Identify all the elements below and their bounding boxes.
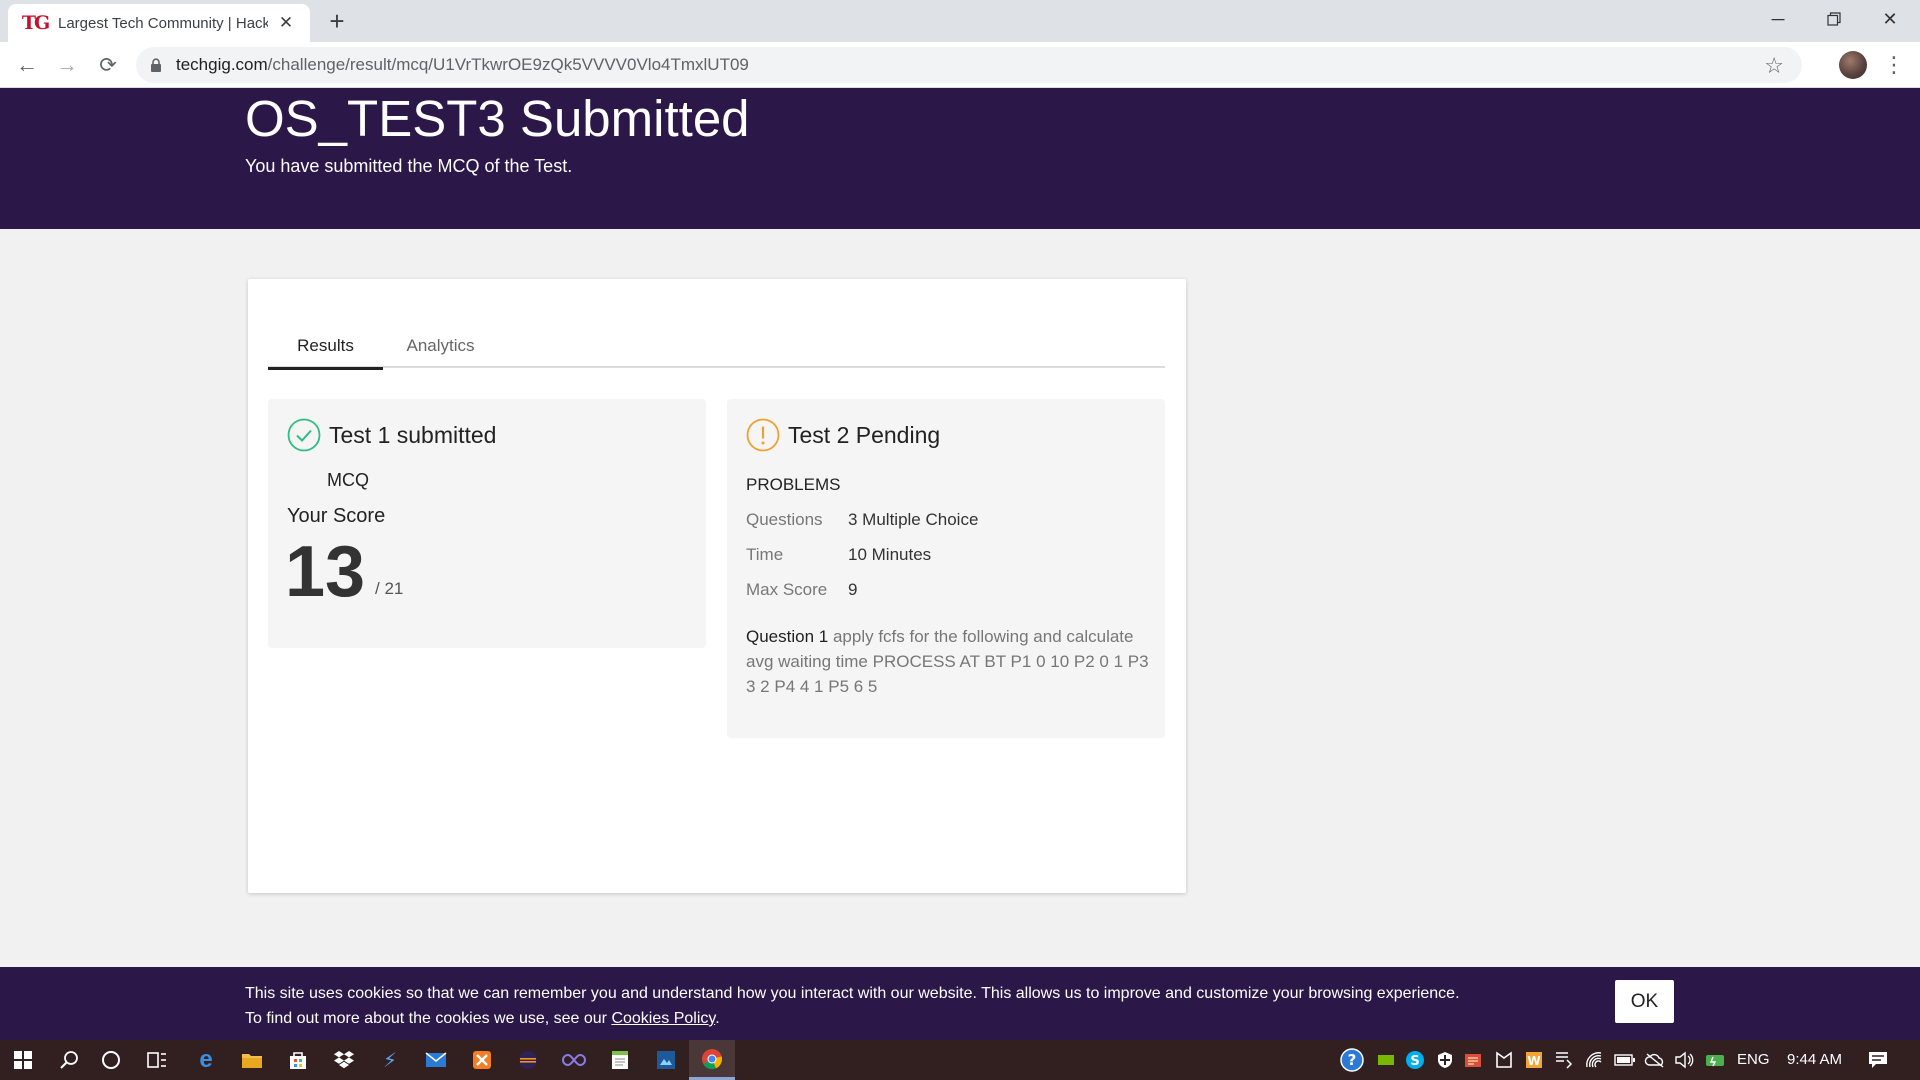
cookie-consent-bar: This site uses cookies so that we can re… — [0, 967, 1920, 1040]
help-icon[interactable]: ? — [1340, 1048, 1364, 1072]
cookies-policy-link[interactable]: Cookies Policy — [611, 1010, 715, 1027]
problem-key: Questions — [746, 510, 823, 529]
store-icon[interactable] — [275, 1040, 321, 1080]
problem-value: 10 Minutes — [848, 545, 932, 564]
problem-key: Max Score — [746, 580, 828, 599]
clock[interactable]: 9:44 AM — [1787, 1051, 1842, 1068]
test2-header: Test 2 Pending — [746, 418, 940, 452]
word-icon[interactable]: W — [1522, 1048, 1546, 1072]
page-header: OS_TEST3 Submitted You have submitted th… — [0, 88, 1920, 229]
problem-row-time: Time 10 Minutes — [746, 545, 931, 565]
volume-icon[interactable] — [1672, 1048, 1696, 1072]
check-circle-icon — [287, 418, 321, 452]
page-subtitle: You have submitted the MCQ of the Test. — [245, 156, 573, 176]
task-view-icon[interactable] — [134, 1040, 180, 1080]
language-indicator[interactable]: ENG — [1737, 1051, 1770, 1068]
score-total: / 21 — [375, 579, 404, 598]
action-center-icon[interactable] — [1866, 1048, 1890, 1072]
question-preview: Question 1 apply fcfs for the following … — [746, 624, 1151, 699]
browser-menu-icon[interactable]: ⋮ — [1882, 50, 1906, 80]
windows-taskbar: e ⚡ ? S W ENG 9:44 AM — [0, 1040, 1920, 1080]
infinity-app-icon[interactable] — [551, 1040, 597, 1080]
cookie-line-1: This site uses cookies so that we can re… — [245, 985, 1460, 1002]
back-arrow-icon[interactable]: ← — [12, 50, 42, 80]
file-explorer-icon[interactable] — [229, 1040, 275, 1080]
cookie-text: This site uses cookies so that we can re… — [245, 981, 1460, 1031]
edge-icon[interactable]: e — [183, 1040, 229, 1080]
test1-panel: Test 1 submitted MCQ Your Score 13 / 21 — [268, 399, 706, 648]
problem-value: 9 — [848, 580, 858, 599]
profile-avatar[interactable] — [1839, 51, 1867, 79]
problem-row-max-score: Max Score 9 — [746, 580, 857, 600]
page-title: OS_TEST3 Submitted — [245, 90, 750, 147]
battery-icon[interactable] — [1613, 1048, 1637, 1072]
shield-icon[interactable] — [1433, 1048, 1457, 1072]
reload-icon[interactable]: ⟳ — [93, 50, 123, 80]
notepad-icon[interactable] — [597, 1040, 643, 1080]
antivirus-icon[interactable] — [1461, 1048, 1485, 1072]
tab-title: Largest Tech Community | Hackathons — [58, 14, 268, 32]
visual-studio-code-icon[interactable]: ⚡ — [367, 1040, 413, 1080]
nvidia-icon[interactable] — [1374, 1048, 1398, 1072]
skype-icon[interactable]: S — [1403, 1048, 1427, 1072]
score-label: Your Score — [287, 505, 386, 527]
svg-text:W: W — [1527, 1054, 1540, 1068]
problem-value: 3 Multiple Choice — [848, 510, 979, 529]
cookie-line-2-prefix: To find out more about the cookies we us… — [245, 1010, 612, 1027]
browser-toolbar: ← → ⟳ techgig.com/challenge/result/mcq/U… — [0, 42, 1920, 88]
cookie-ok-button[interactable]: OK — [1615, 980, 1674, 1023]
xampp-icon[interactable] — [459, 1040, 505, 1080]
test1-header: Test 1 submitted — [287, 418, 496, 452]
cortana-icon[interactable] — [88, 1040, 134, 1080]
new-tab-button[interactable]: + — [322, 6, 352, 36]
test1-type: MCQ — [327, 470, 369, 490]
forward-arrow-icon[interactable]: → — [52, 50, 82, 80]
tab-analytics[interactable]: Analytics — [383, 334, 498, 368]
address-bar[interactable]: techgig.com/challenge/result/mcq/U1VrTkw… — [136, 47, 1802, 83]
test2-title: Test 2 Pending — [788, 421, 941, 448]
result-card: Results Analytics Test 1 submitted MCQ Y… — [248, 279, 1186, 893]
tab-results[interactable]: Results — [268, 334, 383, 370]
test2-panel: Test 2 Pending PROBLEMS Questions 3 Mult… — [727, 399, 1165, 738]
svg-text:S: S — [1410, 1054, 1419, 1069]
window-minimize-button[interactable]: ─ — [1750, 0, 1806, 38]
exclamation-circle-icon — [746, 418, 780, 452]
close-tab-icon[interactable]: ✕ — [276, 13, 296, 33]
chrome-icon[interactable] — [689, 1040, 735, 1080]
dropbox-icon[interactable] — [321, 1040, 367, 1080]
window-close-button[interactable]: ✕ — [1862, 0, 1918, 38]
mail-icon[interactable] — [413, 1040, 459, 1080]
lock-icon — [150, 57, 164, 73]
app-window-icon[interactable] — [643, 1040, 689, 1080]
cookie-line-2-suffix: . — [715, 1010, 720, 1027]
windows-start-icon[interactable] — [0, 1040, 46, 1080]
url-domain: techgig.com — [176, 55, 268, 74]
browser-tab-strip: TG Largest Tech Community | Hackathons ✕… — [0, 0, 1920, 42]
power-plan-icon[interactable] — [1703, 1048, 1727, 1072]
techgig-favicon-icon: TG — [21, 12, 50, 34]
mcafee-icon[interactable] — [1492, 1048, 1516, 1072]
problems-heading: PROBLEMS — [746, 475, 841, 494]
url-path: /challenge/result/mcq/U1VrTkwrOE9zQk5VVV… — [267, 55, 749, 74]
browser-tab[interactable]: TG Largest Tech Community | Hackathons ✕ — [8, 4, 310, 42]
bookmark-star-icon[interactable]: ☆ — [1764, 53, 1784, 79]
problem-key: Time — [746, 545, 784, 564]
test1-title: Test 1 submitted — [329, 421, 497, 448]
eclipse-icon[interactable] — [505, 1040, 551, 1080]
search-icon[interactable] — [46, 1040, 92, 1080]
cookie-line-2: To find out more about the cookies we us… — [245, 1006, 1460, 1031]
window-restore-button[interactable] — [1806, 0, 1862, 38]
restore-icon — [1827, 12, 1841, 26]
problem-row-questions: Questions 3 Multiple Choice — [746, 510, 978, 530]
score-value: 13 — [285, 532, 366, 612]
svg-text:?: ? — [1348, 1051, 1357, 1069]
wifi-icon[interactable] — [1583, 1048, 1607, 1072]
url-text: techgig.com/challenge/result/mcq/U1VrTkw… — [176, 55, 749, 75]
onedrive-icon[interactable] — [1643, 1048, 1667, 1072]
question-label: Question 1 — [746, 627, 829, 646]
touch-keyboard-icon[interactable] — [1552, 1048, 1576, 1072]
result-tabs: Results Analytics — [268, 334, 1165, 370]
